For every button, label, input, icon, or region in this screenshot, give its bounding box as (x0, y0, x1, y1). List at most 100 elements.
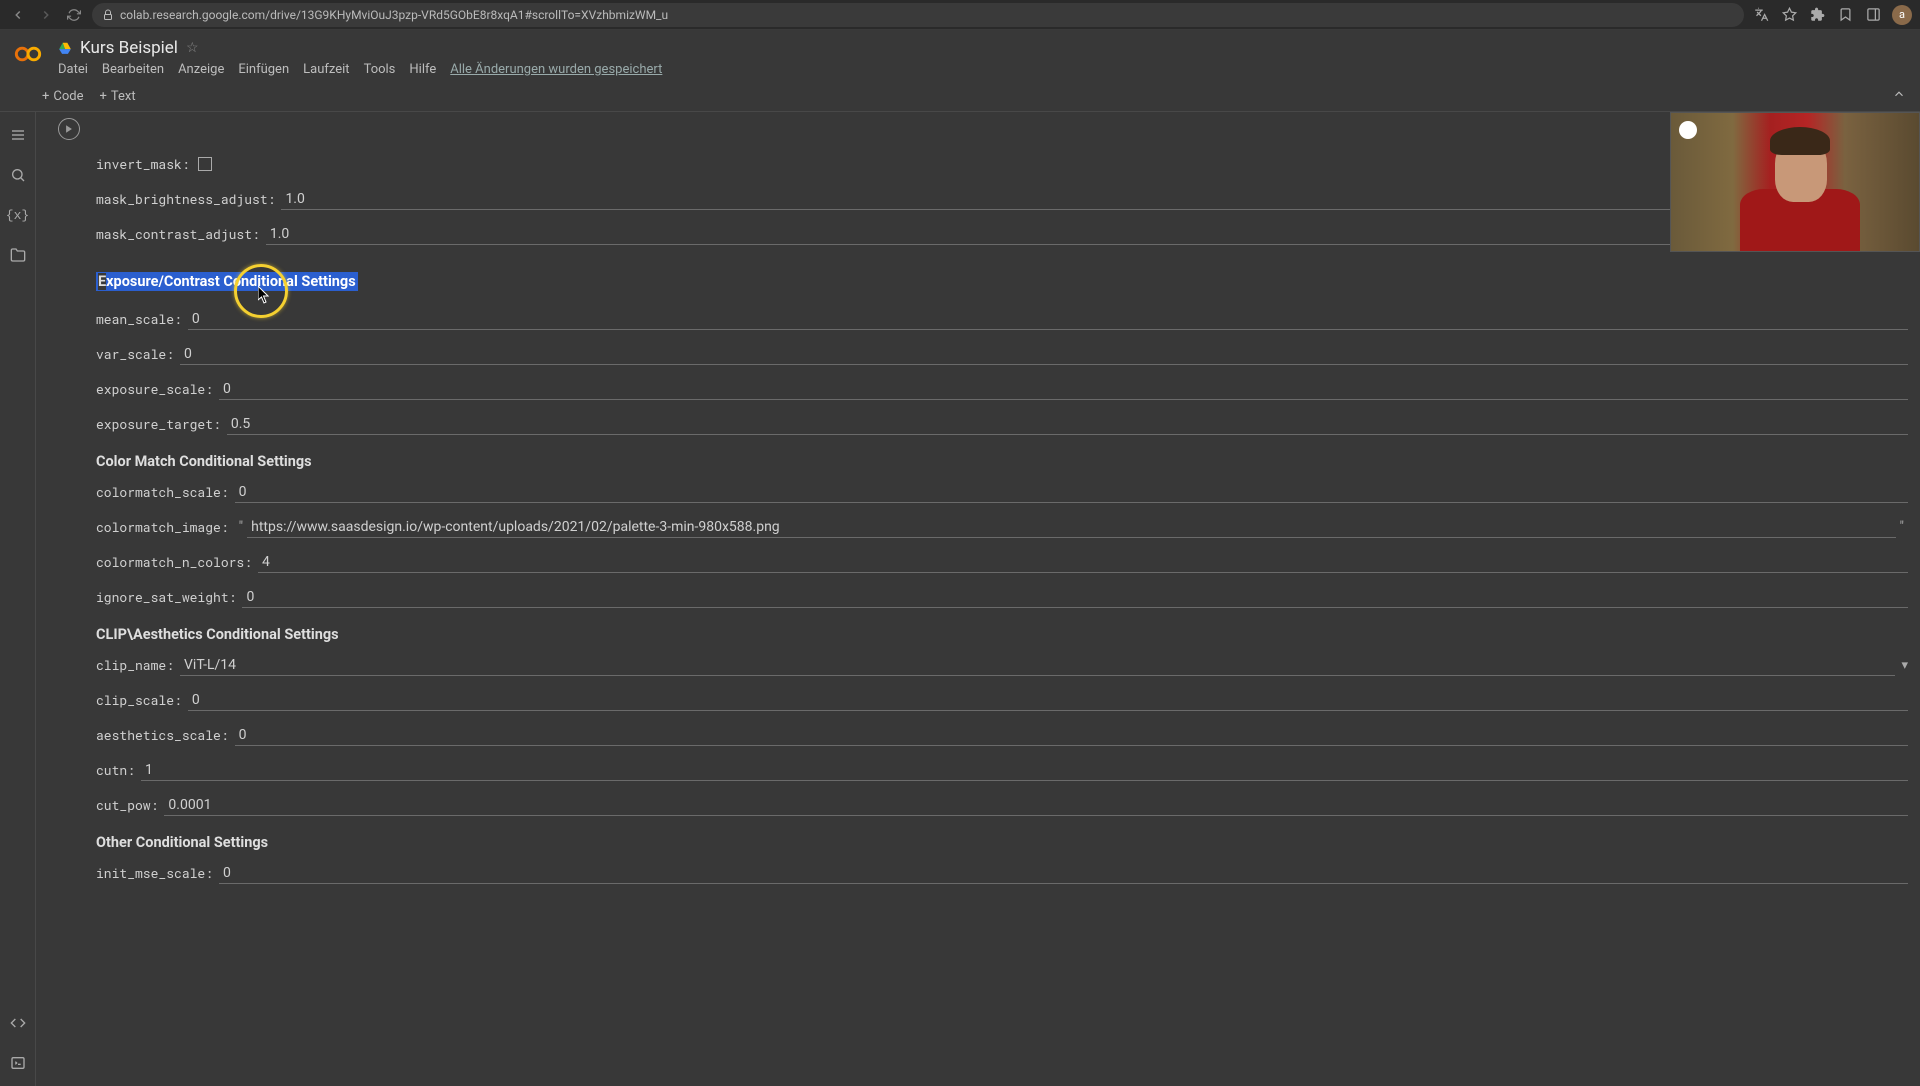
colormatch-image-row: colormatch_image: " " (96, 514, 1908, 540)
exposure-target-row: exposure_target: (96, 411, 1908, 437)
menu-einfuegen[interactable]: Einfügen (238, 62, 289, 77)
mask-contrast-input[interactable] (266, 224, 1908, 245)
cut-pow-row: cut_pow: (96, 792, 1908, 818)
colormatch-scale-row: colormatch_scale: (96, 479, 1908, 505)
save-status[interactable]: Alle Änderungen wurden gespeichert (450, 62, 662, 77)
cutn-row: cutn: (96, 757, 1908, 783)
clip-name-label: clip_name: (96, 656, 180, 674)
exposure-target-label: exposure_target: (96, 415, 227, 433)
profile-avatar[interactable]: a (1892, 5, 1912, 25)
menu-datei[interactable]: Datei (58, 62, 88, 77)
address-bar[interactable]: colab.research.google.com/drive/13G9KHyM… (92, 3, 1744, 27)
section-other-heading: Other Conditional Settings (96, 834, 1908, 851)
colormatch-image-input[interactable] (247, 517, 1895, 538)
cut-pow-label: cut_pow: (96, 796, 164, 814)
menu-bar: Datei Bearbeiten Anzeige Einfügen Laufze… (58, 62, 1906, 83)
mean-scale-input[interactable] (188, 309, 1908, 330)
code-snippets-icon[interactable] (9, 1014, 27, 1032)
ignore-sat-weight-row: ignore_sat_weight: (96, 584, 1908, 610)
search-icon[interactable] (9, 166, 27, 184)
close-quote: " (1896, 519, 1908, 535)
forward-button[interactable] (36, 5, 56, 25)
mask-brightness-label: mask_brightness_adjust: (96, 190, 281, 208)
translate-icon[interactable] (1752, 6, 1770, 24)
add-text-button[interactable]: +Text (100, 89, 136, 104)
mean-scale-row: mean_scale: (96, 306, 1908, 332)
exposure-scale-label: exposure_scale: (96, 380, 219, 398)
clip-name-select[interactable] (180, 655, 1895, 676)
colab-logo-icon (14, 40, 42, 68)
mean-scale-label: mean_scale: (96, 310, 188, 328)
star-document-icon[interactable]: ☆ (186, 40, 199, 56)
insert-toolbar: +Code +Text (0, 83, 1920, 112)
exposure-target-input[interactable] (227, 414, 1908, 435)
init-mse-scale-label: init_mse_scale: (96, 864, 219, 882)
toc-icon[interactable] (9, 126, 27, 144)
invert-mask-label: invert_mask: (96, 155, 196, 173)
invert-mask-checkbox[interactable] (198, 157, 212, 171)
section-exposure-heading: Exposure/Contrast Conditional Settings (96, 272, 358, 291)
terminal-icon[interactable] (9, 1054, 27, 1072)
document-title[interactable]: Kurs Beispiel (80, 38, 178, 58)
section-clip-heading: CLIP\Aesthetics Conditional Settings (96, 626, 1908, 643)
chevron-down-icon[interactable]: ▾ (1901, 658, 1908, 673)
browser-toolbar: colab.research.google.com/drive/13G9KHyM… (0, 0, 1920, 30)
webcam-overlay (1670, 112, 1920, 252)
menu-bearbeiten[interactable]: Bearbeiten (102, 62, 164, 77)
aesthetics-scale-row: aesthetics_scale: (96, 722, 1908, 748)
webcam-watermark-icon (1679, 121, 1697, 139)
var-scale-label: var_scale: (96, 345, 180, 363)
menu-laufzeit[interactable]: Laufzeit (303, 62, 349, 77)
colormatch-n-colors-label: colormatch_n_colors: (96, 553, 258, 571)
init-mse-scale-row: init_mse_scale: (96, 860, 1908, 886)
star-icon[interactable] (1780, 6, 1798, 24)
reload-button[interactable] (64, 5, 84, 25)
bookmark-icon[interactable] (1836, 6, 1854, 24)
cutn-input[interactable] (141, 760, 1908, 781)
lock-icon (102, 9, 114, 21)
mask-contrast-row: mask_contrast_adjust: (96, 221, 1908, 247)
menu-hilfe[interactable]: Hilfe (409, 62, 436, 77)
collapse-icon[interactable] (1892, 90, 1906, 105)
colormatch-scale-input[interactable] (235, 482, 1908, 503)
open-quote: " (235, 519, 247, 535)
mask-brightness-row: mask_brightness_adjust: (96, 186, 1908, 212)
notebook-content[interactable]: ⋮ invert_mask: mask_brightness_adjust: m… (36, 112, 1920, 1086)
colormatch-image-label: colormatch_image: (96, 518, 235, 536)
sidepanel-icon[interactable] (1864, 6, 1882, 24)
url-text: colab.research.google.com/drive/13G9KHyM… (120, 8, 668, 22)
mask-brightness-input[interactable] (281, 189, 1908, 210)
left-sidebar: {x} (0, 112, 36, 1086)
aesthetics-scale-input[interactable] (235, 725, 1908, 746)
cutn-label: cutn: (96, 761, 141, 779)
colormatch-n-colors-input[interactable] (258, 552, 1908, 573)
run-cell-button[interactable] (58, 118, 80, 140)
var-scale-input[interactable] (180, 344, 1908, 365)
colormatch-n-colors-row: colormatch_n_colors: (96, 549, 1908, 575)
cut-pow-input[interactable] (164, 795, 1908, 816)
form-cell: ⋮ invert_mask: mask_brightness_adjust: m… (50, 118, 1908, 905)
colab-header: Kurs Beispiel ☆ Datei Bearbeiten Anzeige… (0, 30, 1920, 83)
back-button[interactable] (8, 5, 28, 25)
ignore-sat-weight-input[interactable] (242, 587, 1908, 608)
invert-mask-row: invert_mask: (96, 151, 1908, 177)
section-colormatch-heading: Color Match Conditional Settings (96, 453, 1908, 470)
clip-name-row: clip_name: ▾ (96, 652, 1908, 678)
drive-doc-icon (58, 41, 72, 55)
ignore-sat-weight-label: ignore_sat_weight: (96, 588, 242, 606)
clip-scale-row: clip_scale: (96, 687, 1908, 713)
variables-icon[interactable]: {x} (9, 206, 27, 224)
exposure-scale-row: exposure_scale: (96, 376, 1908, 402)
exposure-scale-input[interactable] (219, 379, 1908, 400)
mask-contrast-label: mask_contrast_adjust: (96, 225, 266, 243)
extensions-icon[interactable] (1808, 6, 1826, 24)
clip-scale-label: clip_scale: (96, 691, 188, 709)
init-mse-scale-input[interactable] (219, 863, 1908, 884)
menu-tools[interactable]: Tools (364, 62, 396, 77)
clip-scale-input[interactable] (188, 690, 1908, 711)
menu-anzeige[interactable]: Anzeige (178, 62, 224, 77)
var-scale-row: var_scale: (96, 341, 1908, 367)
files-icon[interactable] (9, 246, 27, 264)
add-code-button[interactable]: +Code (42, 89, 84, 104)
colormatch-scale-label: colormatch_scale: (96, 483, 235, 501)
